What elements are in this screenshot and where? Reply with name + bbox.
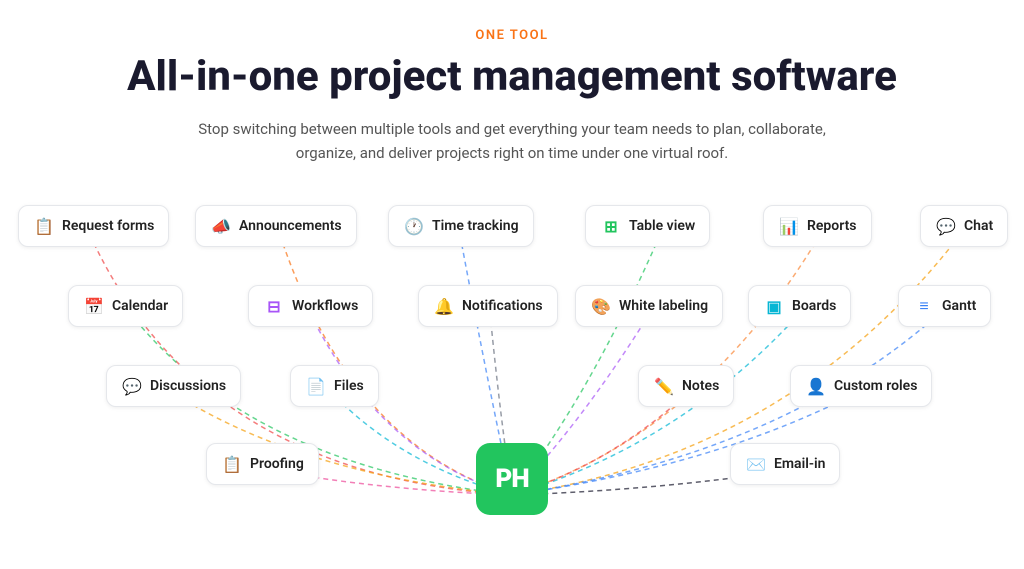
custom-roles-label: Custom roles [834, 378, 917, 394]
chat-label: Chat [964, 218, 993, 234]
pill-calendar[interactable]: 📅 Calendar [68, 285, 183, 327]
discussions-label: Discussions [150, 378, 226, 394]
pill-chat[interactable]: 💬 Chat [920, 205, 1008, 247]
proofing-label: Proofing [250, 456, 304, 472]
pill-notifications[interactable]: 🔔 Notifications [418, 285, 558, 327]
white-labeling-icon: 🎨 [590, 295, 612, 317]
request-forms-icon: 📋 [33, 215, 55, 237]
pill-proofing[interactable]: 📋 Proofing [206, 443, 319, 485]
logo-text: PH [495, 464, 528, 494]
time-tracking-icon: 🕐 [403, 215, 425, 237]
pill-announcements[interactable]: 📣 Announcements [195, 205, 357, 247]
calendar-icon: 📅 [83, 295, 105, 317]
custom-roles-icon: 👤 [805, 375, 827, 397]
email-in-label: Email-in [774, 456, 825, 472]
announcements-label: Announcements [239, 218, 342, 234]
workflows-label: Workflows [292, 298, 358, 314]
files-icon: 📄 [305, 375, 327, 397]
pill-email-in[interactable]: ✉️ Email-in [730, 443, 840, 485]
proofing-icon: 📋 [221, 453, 243, 475]
main-title: All-in-one project management software [60, 53, 964, 101]
request-forms-label: Request forms [62, 218, 154, 234]
pill-white-labeling[interactable]: 🎨 White labeling [575, 285, 723, 327]
announcements-icon: 📣 [210, 215, 232, 237]
subtitle: Stop switching between multiple tools an… [172, 117, 852, 165]
boards-icon: ▣ [763, 295, 785, 317]
email-in-icon: ✉️ [745, 453, 767, 475]
discussions-icon: 💬 [121, 375, 143, 397]
notes-icon: ✏️ [653, 375, 675, 397]
boards-label: Boards [792, 298, 836, 314]
gantt-label: Gantt [942, 298, 976, 314]
pill-files[interactable]: 📄 Files [290, 365, 379, 407]
pill-time-tracking[interactable]: 🕐 Time tracking [388, 205, 534, 247]
pill-request-forms[interactable]: 📋 Request forms [18, 205, 169, 247]
pill-boards[interactable]: ▣ Boards [748, 285, 851, 327]
hero-section: ONE TOOL All-in-one project management s… [0, 0, 1024, 165]
reports-icon: 📊 [778, 215, 800, 237]
gantt-icon: ≡ [913, 295, 935, 317]
pill-gantt[interactable]: ≡ Gantt [898, 285, 991, 327]
calendar-label: Calendar [112, 298, 168, 314]
chat-icon: 💬 [935, 215, 957, 237]
workflows-icon: ⊟ [263, 295, 285, 317]
overtitle: ONE TOOL [60, 28, 964, 43]
time-tracking-label: Time tracking [432, 218, 519, 234]
table-view-label: Table view [629, 218, 695, 234]
pill-custom-roles[interactable]: 👤 Custom roles [790, 365, 932, 407]
pill-workflows[interactable]: ⊟ Workflows [248, 285, 373, 327]
white-labeling-label: White labeling [619, 298, 708, 314]
reports-label: Reports [807, 218, 857, 234]
features-area: 📋 Request forms 📣 Announcements 🕐 Time tracki… [0, 195, 1024, 535]
pill-notes[interactable]: ✏️ Notes [638, 365, 734, 407]
notes-label: Notes [682, 378, 719, 394]
center-logo[interactable]: PH [476, 443, 548, 515]
files-label: Files [334, 378, 364, 394]
table-view-icon: ⊞ [600, 215, 622, 237]
notifications-label: Notifications [462, 298, 543, 314]
notifications-icon: 🔔 [433, 295, 455, 317]
pill-reports[interactable]: 📊 Reports [763, 205, 872, 247]
pill-discussions[interactable]: 💬 Discussions [106, 365, 241, 407]
pill-table-view[interactable]: ⊞ Table view [585, 205, 710, 247]
